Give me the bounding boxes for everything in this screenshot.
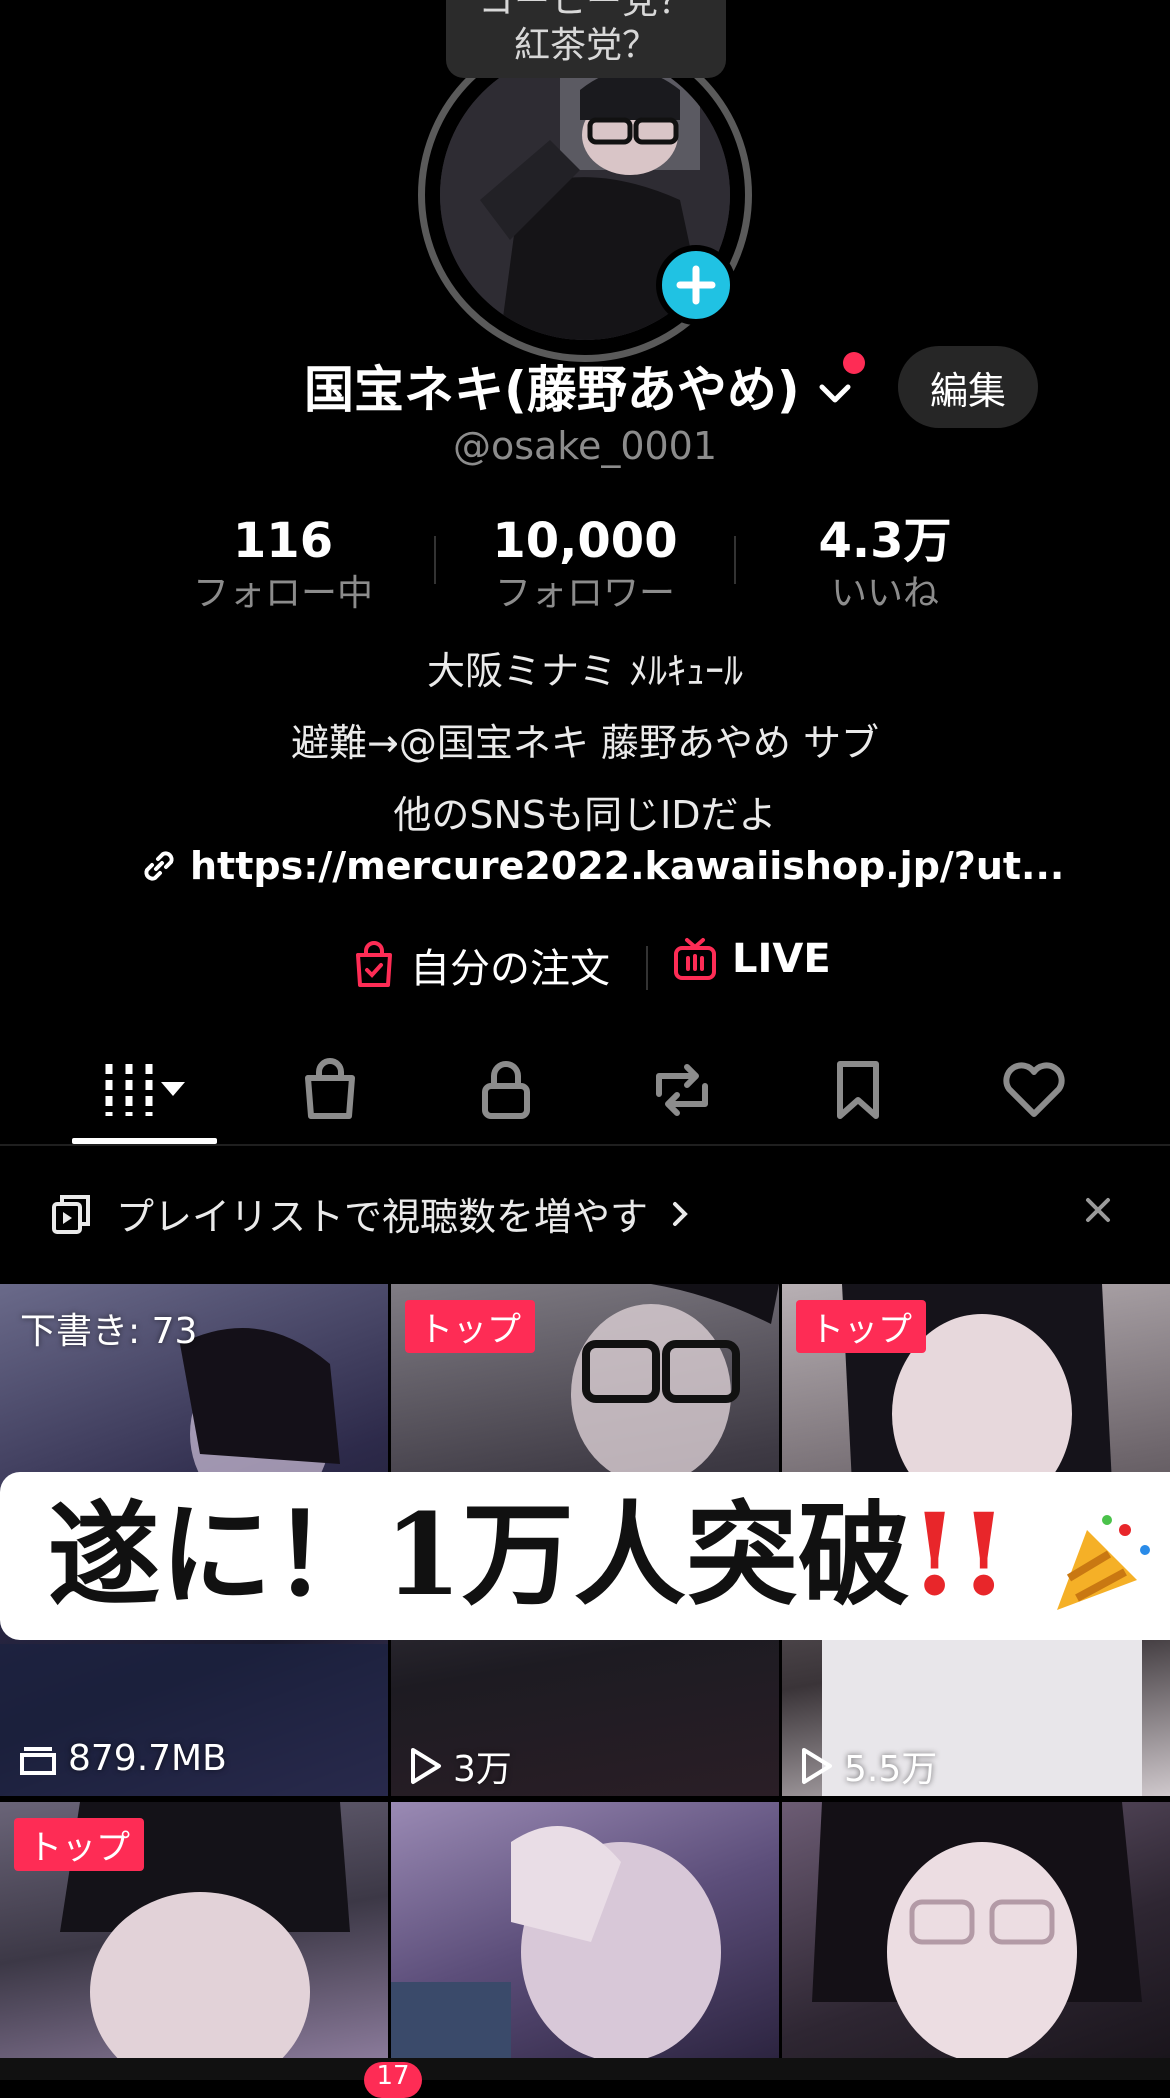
view-count: 5.5万 xyxy=(798,1740,937,1792)
drafts-label: 下書き: 73 xyxy=(20,1311,198,1352)
live-button[interactable]: LIVE xyxy=(672,936,831,982)
party-popper-icon xyxy=(1057,1514,1151,1610)
close-playlist-promo-button[interactable] xyxy=(1080,1192,1116,1232)
bio-link-text: https://mercure2022.kawaiishop.jp/?ut... xyxy=(190,844,1065,888)
bio-line-3: 他のSNSも同じIDだよ xyxy=(393,793,777,837)
videos-grid-icon xyxy=(105,1064,185,1116)
close-icon xyxy=(1086,1198,1110,1222)
live-tv-icon xyxy=(674,938,716,980)
profile-name[interactable]: 国宝ネキ(藤野あやめ) xyxy=(304,350,853,422)
view-count-text: 3万 xyxy=(453,1749,512,1790)
bookmark-icon xyxy=(837,1061,879,1119)
note-bubble[interactable]: コーヒー党？ 紅茶党？ xyxy=(446,0,726,78)
shop-icon xyxy=(305,1058,355,1119)
live-label: LIVE xyxy=(732,936,831,982)
inbox-badge: 17 xyxy=(364,2062,422,2098)
play-icon xyxy=(411,1748,441,1784)
heart-icon xyxy=(1003,1062,1065,1117)
top-badge: トップ xyxy=(405,1300,535,1353)
note-line-2: 紅茶党？ xyxy=(513,25,658,66)
video-tile[interactable]: トップ xyxy=(0,1802,388,2058)
edit-profile-button[interactable]: 編集 xyxy=(898,346,1038,428)
tab-favorites[interactable] xyxy=(810,1050,906,1130)
bio-line-1: 大阪ミナミ ﾒﾙｷｭｰﾙ xyxy=(426,649,744,693)
milestone-text: 遂に！1万人突破 xyxy=(48,1490,910,1621)
my-orders-button[interactable]: 自分の注文 xyxy=(352,936,610,994)
likes-count: 4.3万 xyxy=(818,513,952,569)
likes-label: いいね xyxy=(830,573,939,614)
top-badge: トップ xyxy=(796,1300,926,1353)
stat-likes[interactable]: 4.3万 いいね xyxy=(755,512,1015,618)
following-label: フォロー中 xyxy=(192,573,373,614)
note-line-1: コーヒー党？ xyxy=(477,0,694,22)
draft-size-text: 879.7MB xyxy=(68,1738,227,1779)
video-tile[interactable] xyxy=(782,1802,1170,2058)
draft-size: 879.7MB xyxy=(18,1738,227,1779)
tab-videos[interactable] xyxy=(72,1050,217,1130)
tab-reposts[interactable] xyxy=(634,1050,730,1130)
username-handle: @osake_0001 xyxy=(452,424,718,468)
milestone-banner: 遂に！1万人突破!! xyxy=(0,1472,1170,1640)
stat-divider xyxy=(734,536,736,584)
tile-thumb-art xyxy=(391,1826,721,2058)
video-tile[interactable] xyxy=(391,1802,779,2058)
storage-icon xyxy=(20,1746,56,1775)
playlist-icon xyxy=(52,1194,90,1234)
bio-line-2: 避難→@国宝ネキ 藤野あやめ サブ xyxy=(291,721,879,765)
tab-private[interactable] xyxy=(458,1050,554,1130)
chevron-down-icon xyxy=(819,384,851,402)
stat-divider xyxy=(434,536,436,584)
bottom-nav xyxy=(0,2058,1170,2080)
exclamation-marks: !! xyxy=(909,1490,1009,1621)
tab-liked[interactable] xyxy=(986,1050,1082,1130)
notification-dot xyxy=(843,352,865,374)
link-icon xyxy=(144,851,174,881)
lock-icon xyxy=(482,1061,530,1119)
tile-thumb-art xyxy=(812,1802,1142,2058)
playlist-promo[interactable]: プレイリストで視聴数を増やす xyxy=(50,1186,690,1241)
tab-shop[interactable] xyxy=(282,1050,378,1130)
view-count: 3万 xyxy=(407,1740,512,1792)
repost-icon xyxy=(656,1064,708,1116)
followers-count: 10,000 xyxy=(492,513,678,569)
shortcut-divider xyxy=(646,946,648,990)
stat-following[interactable]: 116 フォロー中 xyxy=(153,512,413,618)
stat-followers[interactable]: 10,000 フォロワー xyxy=(455,512,715,618)
play-icon xyxy=(802,1748,832,1784)
playlist-promo-text: プレイリストで視聴数を増やす xyxy=(116,1195,649,1239)
shopping-bag-icon xyxy=(356,941,392,987)
followers-label: フォロワー xyxy=(494,573,675,614)
tabs-divider xyxy=(0,1144,1170,1146)
profile-name-text: 国宝ネキ(藤野あやめ) xyxy=(304,361,800,419)
top-badge: トップ xyxy=(14,1818,144,1871)
my-orders-label: 自分の注文 xyxy=(410,946,610,992)
add-photo-button[interactable] xyxy=(656,245,736,325)
view-count-text: 5.5万 xyxy=(844,1749,938,1790)
chevron-right-icon xyxy=(673,1201,688,1226)
bio-link[interactable]: https://mercure2022.kawaiishop.jp/?ut... xyxy=(138,844,1064,888)
plus-icon xyxy=(676,265,716,305)
following-count: 116 xyxy=(232,513,334,569)
